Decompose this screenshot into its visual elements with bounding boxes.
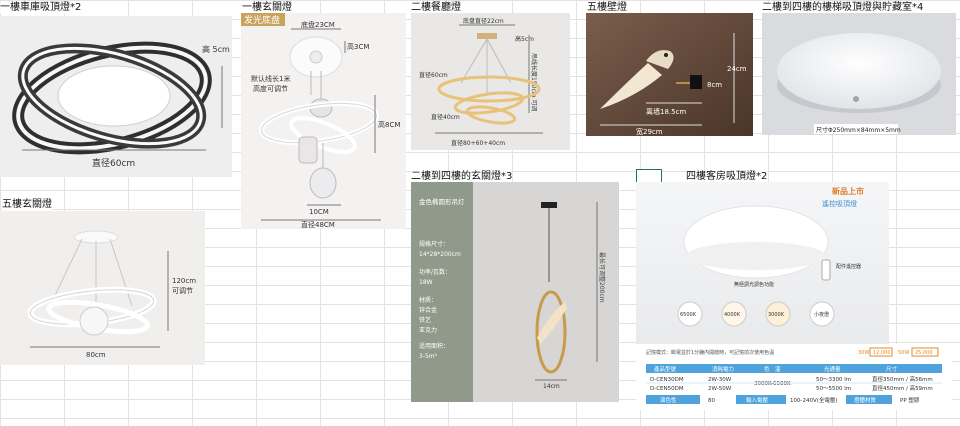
image-dining-chandelier[interactable]: 底盘直径22cm 高5cm 吊线长度150cm 可调 直径60cm 直径40cm… [411,13,570,150]
svg-text:直径48CM: 直径48CM [301,220,335,229]
svg-text:铁艺: 铁艺 [419,316,431,324]
svg-text:50～3300 lm: 50～3300 lm [816,377,851,383]
svg-text:2W-30W: 2W-30W [708,377,732,383]
svg-text:配件遙控器: 配件遙控器 [836,263,861,270]
svg-text:D-CEN50DM: D-CEN50DM [650,386,684,392]
svg-text:4000K: 4000K [724,312,741,318]
svg-text:可调节: 可调节 [172,286,193,295]
svg-text:30W: 30W [858,350,869,356]
selected-cell[interactable] [636,169,662,183]
svg-text:3000K-6500K: 3000K-6500K [754,381,791,387]
svg-text:功率/瓦数：: 功率/瓦数： [419,268,451,276]
svg-text:50～5500 lm: 50～5500 lm [816,386,851,392]
svg-text:尺寸: 尺寸 [886,365,898,373]
svg-text:PP 塑膠: PP 塑膠 [900,396,920,404]
svg-text:宽29cm: 宽29cm [636,127,663,136]
image-oval-pendant[interactable]: 金色椭圆形吊灯 规格尺寸： 14*28*200cm 功率/瓦数： 18W 材质：… [411,182,619,402]
svg-text:消耗電力: 消耗電力 [712,365,734,373]
spec-table: 記憶模式：斷電並於1分鐘內開啟時，可記憶前次使用色溫 30W 12,000 50… [636,344,952,410]
image-wall-lamp[interactable]: 24cm 8cm 离墙18.5cm 宽29cm [586,13,753,136]
svg-text:直径60cm: 直径60cm [92,157,135,169]
label-garage-ceiling-light: 一樓車庫吸頂燈*2 [0,2,82,14]
svg-text:色 溫: 色 溫 [764,365,781,373]
svg-text:6500K: 6500K [680,312,697,318]
svg-text:离墙18.5cm: 离墙18.5cm [646,107,686,116]
svg-text:高度可调节: 高度可调节 [253,84,288,93]
svg-text:D-CEN30DM: D-CEN30DM [650,377,684,383]
svg-text:100-240V(全電壓): 100-240V(全電壓) [790,396,838,404]
svg-text:材质：: 材质： [419,296,437,304]
svg-text:8cm: 8cm [707,81,722,89]
image-stair-ceiling-light[interactable]: 尺寸Φ250mm×84mm×5mm [762,13,956,135]
image-guest-room-ceiling-light[interactable]: 新品上市 遙控吸頂燈 配件遙控器 無極調光調色功能 6500K 4000K 30… [636,182,889,344]
svg-text:尺寸Φ250mm×84mm×5mm: 尺寸Φ250mm×84mm×5mm [816,126,901,134]
svg-text:小夜燈: 小夜燈 [814,311,829,318]
svg-text:直径60cm: 直径60cm [419,71,448,79]
svg-text:高8CM: 高8CM [378,120,400,129]
svg-text:规格尺寸：: 规格尺寸： [419,240,449,248]
svg-text:12,000: 12,000 [873,350,891,356]
image-entrance-pendant[interactable]: 发光底盘 底盘23CM 高3CM 默认线长1米 高度可调节 高8CM 10CM … [241,13,406,229]
svg-text:锌合金: 锌合金 [419,306,437,314]
svg-text:高3CM: 高3CM [347,42,369,51]
svg-text:產品型號: 產品型號 [654,365,677,373]
svg-text:底盘直径22cm: 底盘直径22cm [463,17,504,25]
svg-text:120cm: 120cm [172,277,196,285]
svg-text:直徑350mm / 高56mm: 直徑350mm / 高56mm [872,375,933,383]
svg-text:25,000: 25,000 [915,350,933,356]
svg-text:80cm: 80cm [86,351,106,359]
svg-text:24cm: 24cm [727,65,747,73]
svg-text:演色性: 演色性 [660,396,677,404]
svg-text:最长可调整200cm: 最长可调整200cm [598,252,606,303]
svg-text:适用面积：: 适用面积： [419,342,449,350]
svg-text:新品上市: 新品上市 [832,186,864,196]
svg-text:80: 80 [708,398,715,404]
svg-text:輸入電壓: 輸入電壓 [746,396,769,404]
svg-text:金色椭圆形吊灯: 金色椭圆形吊灯 [419,197,465,206]
svg-text:底盘23CM: 底盘23CM [301,20,335,29]
svg-text:3000K: 3000K [768,312,785,318]
svg-text:燈體材質: 燈體材質 [854,396,877,404]
svg-text:直径80+60+40cm: 直径80+60+40cm [451,139,505,147]
svg-text:記憶模式：斷電並於1分鐘內開啟時，可記憶前次使用色溫: 記憶模式：斷電並於1分鐘內開啟時，可記憶前次使用色溫 [646,349,774,356]
svg-text:高 5cm: 高 5cm [202,44,230,54]
svg-text:亚克力: 亚克力 [419,326,437,334]
svg-text:10CM: 10CM [309,208,329,216]
svg-text:高5cm: 高5cm [515,35,534,43]
svg-text:直徑450mm / 高59mm: 直徑450mm / 高59mm [872,384,933,392]
svg-text:默认线长1米: 默认线长1米 [251,74,290,83]
svg-text:3-5m²: 3-5m² [419,353,438,360]
svg-text:发光底盘: 发光底盘 [244,14,280,26]
svg-text:14*28*200cm: 14*28*200cm [419,251,461,258]
svg-text:遙控吸頂燈: 遙控吸頂燈 [822,199,857,208]
svg-text:光通量: 光通量 [824,365,841,373]
image-garage-ceiling-light[interactable]: 高 5cm 直径60cm [0,16,232,177]
svg-text:18W: 18W [419,279,433,286]
svg-text:無極調光調色功能: 無極調光調色功能 [734,281,774,288]
label-fifth-floor-entrance-light: 五樓玄關燈 [2,199,52,211]
svg-text:2W-50W: 2W-50W [708,386,732,392]
svg-text:50W: 50W [898,350,909,356]
svg-text:直径40cm: 直径40cm [431,113,460,121]
svg-text:14cm: 14cm [543,383,560,390]
image-fifth-floor-pendant[interactable]: 120cm 可调节 80cm [0,211,205,365]
